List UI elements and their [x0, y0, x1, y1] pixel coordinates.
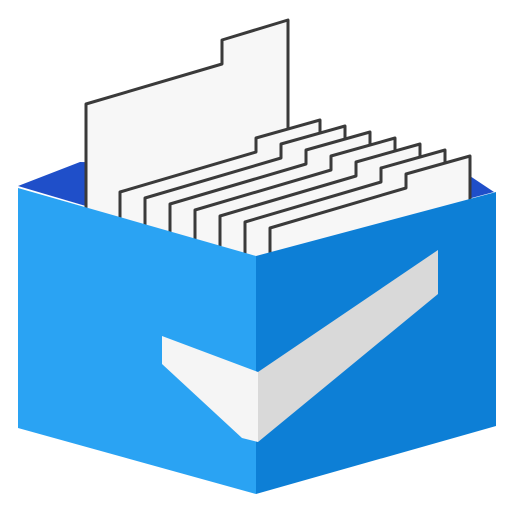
app-icon [0, 0, 512, 512]
file-box-checkmark-icon [18, 18, 496, 494]
